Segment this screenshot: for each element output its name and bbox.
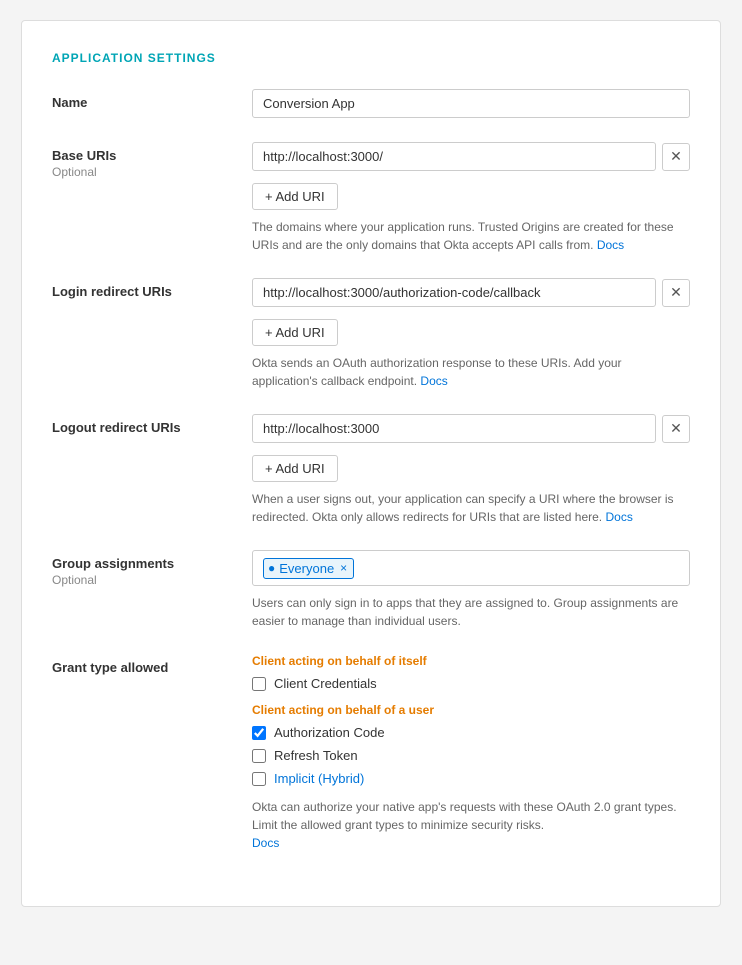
base-uri-add-button[interactable]: + Add URI — [252, 183, 338, 210]
login-redirect-row: Login redirect URIs ✕ + Add URI Okta sen… — [52, 278, 690, 390]
grant-client-group: Client acting on behalf of itself Client… — [252, 654, 690, 691]
authorization-code-row: Authorization Code — [252, 725, 690, 740]
grant-type-row: Grant type allowed Client acting on beha… — [52, 654, 690, 852]
implicit-hybrid-checkbox[interactable] — [252, 772, 266, 786]
group-tag-everyone[interactable]: ● Everyone × — [263, 558, 354, 579]
grant-client-label: Client acting on behalf of itself — [252, 654, 690, 668]
base-uri-help-text: The domains where your application runs.… — [252, 218, 690, 254]
login-redirect-uri-row: ✕ — [252, 278, 690, 307]
logout-redirect-input[interactable] — [252, 414, 656, 443]
base-uris-control-col: ✕ + Add URI The domains where your appli… — [252, 142, 690, 254]
login-redirect-help-text: Okta sends an OAuth authorization respon… — [252, 354, 690, 390]
base-uri-docs-link[interactable]: Docs — [597, 238, 624, 252]
login-redirect-label: Login redirect URIs — [52, 284, 252, 299]
login-redirect-remove-button[interactable]: ✕ — [662, 279, 690, 307]
grant-type-control-col: Client acting on behalf of itself Client… — [252, 654, 690, 852]
client-credentials-checkbox[interactable] — [252, 677, 266, 691]
grant-docs-link[interactable]: Docs — [252, 836, 279, 850]
group-radio-icon: ● — [268, 561, 275, 575]
group-tag-close-icon[interactable]: × — [340, 561, 347, 575]
add-uri-label: + Add URI — [265, 189, 325, 204]
name-label: Name — [52, 95, 252, 110]
logout-redirect-remove-button[interactable]: ✕ — [662, 415, 690, 443]
group-assignments-optional: Optional — [52, 573, 252, 587]
add-logout-uri-label: + Add URI — [265, 461, 325, 476]
login-redirect-label-col: Login redirect URIs — [52, 278, 252, 390]
login-redirect-control-col: ✕ + Add URI Okta sends an OAuth authoriz… — [252, 278, 690, 390]
group-assignments-box[interactable]: ● Everyone × — [252, 550, 690, 586]
logout-redirect-add-button[interactable]: + Add URI — [252, 455, 338, 482]
group-assignments-help-text: Users can only sign in to apps that they… — [252, 594, 690, 630]
base-uris-optional: Optional — [52, 165, 252, 179]
refresh-token-row: Refresh Token — [252, 748, 690, 763]
logout-redirect-label-col: Logout redirect URIs — [52, 414, 252, 526]
name-label-col: Name — [52, 89, 252, 118]
close-icon: ✕ — [670, 284, 682, 301]
refresh-token-label: Refresh Token — [274, 748, 358, 763]
login-redirect-docs-link[interactable]: Docs — [420, 374, 447, 388]
authorization-code-checkbox[interactable] — [252, 726, 266, 740]
login-redirect-add-button[interactable]: + Add URI — [252, 319, 338, 346]
close-icon: ✕ — [670, 148, 682, 165]
group-assignments-row: Group assignments Optional ● Everyone × … — [52, 550, 690, 630]
logout-redirect-uri-row: ✕ — [252, 414, 690, 443]
logout-redirect-docs-link[interactable]: Docs — [606, 510, 633, 524]
base-uri-row: ✕ — [252, 142, 690, 171]
grant-help-text: Okta can authorize your native app's req… — [252, 798, 690, 852]
group-assignments-label-col: Group assignments Optional — [52, 550, 252, 630]
logout-redirect-label: Logout redirect URIs — [52, 420, 252, 435]
name-row: Name — [52, 89, 690, 118]
grant-type-label: Grant type allowed — [52, 660, 252, 675]
base-uris-label-col: Base URIs Optional — [52, 142, 252, 254]
base-uris-label: Base URIs — [52, 148, 252, 163]
implicit-hybrid-label: Implicit (Hybrid) — [274, 771, 364, 786]
login-redirect-input[interactable] — [252, 278, 656, 307]
logout-redirect-control-col: ✕ + Add URI When a user signs out, your … — [252, 414, 690, 526]
client-credentials-label: Client Credentials — [274, 676, 377, 691]
logout-redirect-help-text: When a user signs out, your application … — [252, 490, 690, 526]
grant-type-label-col: Grant type allowed — [52, 654, 252, 852]
client-credentials-row: Client Credentials — [252, 676, 690, 691]
group-tag-label: Everyone — [279, 561, 334, 576]
authorization-code-label: Authorization Code — [274, 725, 385, 740]
grant-user-group: Client acting on behalf of a user Author… — [252, 703, 690, 786]
name-control-col — [252, 89, 690, 118]
grant-user-label: Client acting on behalf of a user — [252, 703, 690, 717]
name-input[interactable] — [252, 89, 690, 118]
group-assignments-control-col: ● Everyone × Users can only sign in to a… — [252, 550, 690, 630]
close-icon: ✕ — [670, 420, 682, 437]
application-settings-card: APPLICATION SETTINGS Name Base URIs Opti… — [21, 20, 721, 907]
group-assignments-label: Group assignments — [52, 556, 252, 571]
base-uri-remove-button[interactable]: ✕ — [662, 143, 690, 171]
section-title: APPLICATION SETTINGS — [52, 51, 690, 65]
add-login-uri-label: + Add URI — [265, 325, 325, 340]
base-uris-row: Base URIs Optional ✕ + Add URI The domai… — [52, 142, 690, 254]
logout-redirect-row: Logout redirect URIs ✕ + Add URI When a … — [52, 414, 690, 526]
implicit-hybrid-row: Implicit (Hybrid) — [252, 771, 690, 786]
base-uri-input[interactable] — [252, 142, 656, 171]
refresh-token-checkbox[interactable] — [252, 749, 266, 763]
